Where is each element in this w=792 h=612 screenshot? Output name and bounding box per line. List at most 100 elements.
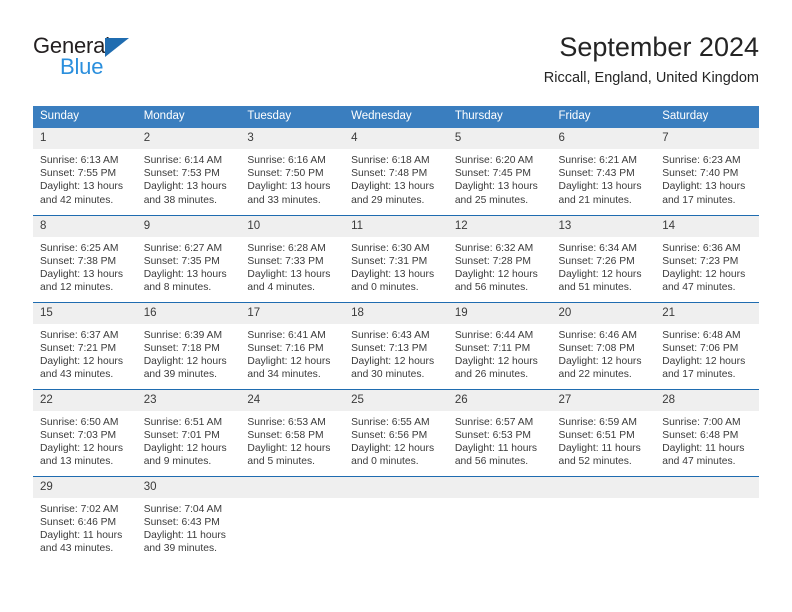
calendar-day-cell[interactable]: 19 Sunrise: 6:44 AM Sunset: 7:11 PM Dayligh… [447, 301, 552, 389]
sunset-text: Sunset: 7:23 PM [662, 255, 739, 267]
sunset-text: Sunset: 7:38 PM [40, 255, 117, 267]
calendar-day-cell[interactable]: 7 Sunrise: 6:23 AM Sunset: 7:40 PM Daylight… [655, 128, 759, 215]
calendar-day-cell[interactable]: 1 Sunrise: 6:13 AM Sunset: 7:55 PM Daylight… [33, 128, 137, 215]
day-details: Sunrise: 6:50 AM Sunset: 7:03 PM Daylight:… [33, 411, 137, 469]
sunset-text: Sunset: 7:48 PM [351, 168, 428, 180]
triangle-icon [105, 38, 129, 57]
sunrise-text: Sunrise: 6:34 AM [558, 242, 637, 254]
calendar-day-cell[interactable]: 9 Sunrise: 6:27 AM Sunset: 7:35 PM Daylight… [136, 214, 241, 302]
day-number: 18 [344, 302, 448, 324]
calendar-day-cell[interactable]: 14 Sunrise: 6:36 AM Sunset: 7:23 PM Dayligh… [655, 214, 759, 302]
day-details: Sunrise: 7:00 AM Sunset: 6:48 PM Daylight:… [655, 411, 759, 469]
day-number: 20 [551, 302, 656, 324]
sunset-text: Sunset: 7:08 PM [558, 342, 635, 354]
day-details: Sunrise: 6:53 AM Sunset: 6:58 PM Daylight:… [240, 411, 344, 469]
calendar-day-cell[interactable]: 28 Sunrise: 7:00 AM Sunset: 6:48 PM Dayligh… [655, 388, 759, 476]
calendar-day-cell[interactable]: 6 Sunrise: 6:21 AM Sunset: 7:43 PM Daylight… [551, 128, 656, 215]
calendar-day-cell[interactable]: 24 Sunrise: 6:53 AM Sunset: 6:58 PM Dayligh… [240, 388, 345, 476]
daylight-text-line2: and 39 minutes. [143, 369, 217, 381]
calendar-week-row: 1 Sunrise: 6:13 AM Sunset: 7:55 PM Daylight… [33, 128, 759, 215]
calendar-day-cell[interactable]: 15 Sunrise: 6:37 AM Sunset: 7:21 PM Dayligh… [33, 301, 137, 389]
daylight-text-line2: and 34 minutes. [247, 369, 321, 381]
calendar-day-cell[interactable]: 3 Sunrise: 6:16 AM Sunset: 7:50 PM Daylight… [240, 128, 345, 215]
calendar-day-cell[interactable]: 18 Sunrise: 6:43 AM Sunset: 7:13 PM Dayligh… [344, 301, 448, 389]
calendar-day-cell[interactable]: 20 Sunrise: 6:46 AM Sunset: 7:08 PM Dayligh… [551, 301, 656, 389]
sunrise-text: Sunrise: 6:18 AM [351, 155, 430, 166]
sunset-text: Sunset: 7:11 PM [454, 342, 531, 354]
day-number: 13 [551, 215, 656, 237]
daylight-text-line1: Daylight: 12 hours [40, 355, 123, 367]
calendar-day-cell[interactable]: 30 Sunrise: 7:04 AM Sunset: 6:43 PM Dayligh… [136, 475, 241, 563]
calendar-day-cell[interactable]: 5 Sunrise: 6:20 AM Sunset: 7:45 PM Daylight… [447, 128, 552, 215]
day-details: Sunrise: 6:28 AM Sunset: 7:33 PM Daylight:… [240, 237, 344, 295]
day-details: Sunrise: 6:34 AM Sunset: 7:26 PM Daylight:… [552, 237, 656, 295]
daylight-text-line2: and 0 minutes. [351, 282, 419, 294]
calendar-day-cell[interactable]: 10 Sunrise: 6:28 AM Sunset: 7:33 PM Dayligh… [240, 214, 345, 302]
day-details: Sunrise: 6:27 AM Sunset: 7:35 PM Daylight:… [137, 237, 241, 295]
weekday-header-thursday: Thursday [447, 106, 552, 128]
calendar-day-cell[interactable]: 17 Sunrise: 6:41 AM Sunset: 7:16 PM Dayligh… [240, 301, 345, 389]
calendar-day-cell[interactable]: 8 Sunrise: 6:25 AM Sunset: 7:38 PM Daylight… [33, 214, 137, 302]
day-number [447, 476, 552, 498]
calendar-day-cell[interactable]: 2 Sunrise: 6:14 AM Sunset: 7:53 PM Daylight… [136, 128, 241, 215]
day-number: 25 [344, 389, 448, 411]
daylight-text-line2: and 29 minutes. [351, 194, 425, 206]
generalblue-logo[interactable]: General Blue [33, 34, 233, 90]
calendar-day-cell[interactable]: 4 Sunrise: 6:18 AM Sunset: 7:48 PM Daylight… [344, 128, 448, 215]
calendar-day-cell[interactable]: 16 Sunrise: 6:39 AM Sunset: 7:18 PM Dayligh… [136, 301, 241, 389]
sunrise-text: Sunrise: 7:04 AM [143, 503, 223, 515]
daylight-text-line1: Daylight: 12 hours [558, 268, 642, 280]
calendar-day-cell[interactable]: 13 Sunrise: 6:34 AM Sunset: 7:26 PM Dayligh… [551, 214, 656, 302]
daylight-text-line2: and 43 minutes. [40, 543, 114, 555]
daylight-text-line2: and 9 minutes. [143, 456, 212, 468]
sunset-text: Sunset: 7:13 PM [351, 342, 428, 354]
day-details: Sunrise: 6:25 AM Sunset: 7:38 PM Daylight:… [33, 237, 137, 295]
calendar-table: Sunday Monday Tuesday Wednesday Thursday… [33, 106, 759, 563]
daylight-text-line2: and 21 minutes. [558, 194, 632, 206]
daylight-text-line1: Daylight: 12 hours [662, 355, 746, 367]
daylight-text-line1: Daylight: 11 hours [662, 442, 745, 454]
day-details: Sunrise: 6:21 AM Sunset: 7:43 PM Daylight:… [552, 149, 656, 207]
daylight-text-line2: and 5 minutes. [247, 456, 315, 468]
sunrise-text: Sunrise: 6:48 AM [662, 329, 741, 341]
day-number: 2 [136, 128, 241, 149]
day-details: Sunrise: 6:20 AM Sunset: 7:45 PM Daylight:… [448, 149, 552, 207]
calendar-day-cell[interactable]: 11 Sunrise: 6:30 AM Sunset: 7:31 PM Dayligh… [344, 214, 448, 302]
day-details: Sunrise: 6:36 AM Sunset: 7:23 PM Daylight:… [655, 237, 759, 295]
sunrise-text: Sunrise: 6:32 AM [454, 242, 534, 254]
day-number: 30 [136, 476, 241, 498]
sunrise-text: Sunrise: 7:00 AM [662, 416, 741, 428]
sunset-text: Sunset: 6:56 PM [351, 429, 428, 441]
daylight-text-line2: and 25 minutes. [454, 194, 529, 206]
calendar-day-cell[interactable]: 26 Sunrise: 6:57 AM Sunset: 6:53 PM Dayligh… [447, 388, 552, 476]
calendar-body: 1 Sunrise: 6:13 AM Sunset: 7:55 PM Daylight… [33, 128, 759, 563]
day-details: Sunrise: 6:37 AM Sunset: 7:21 PM Daylight:… [33, 324, 137, 382]
calendar-day-cell[interactable]: 25 Sunrise: 6:55 AM Sunset: 6:56 PM Dayligh… [344, 388, 448, 476]
sunrise-text: Sunrise: 6:20 AM [454, 155, 534, 166]
sunset-text: Sunset: 7:50 PM [247, 168, 324, 180]
calendar-day-cell-empty [240, 475, 345, 563]
daylight-text-line2: and 38 minutes. [143, 194, 217, 206]
sunrise-text: Sunrise: 6:50 AM [40, 416, 119, 428]
day-number: 8 [33, 215, 137, 237]
calendar-day-cell[interactable]: 12 Sunrise: 6:32 AM Sunset: 7:28 PM Dayligh… [447, 214, 552, 302]
calendar-page: General Blue September 2024 Riccall, Eng… [0, 0, 792, 612]
calendar-day-cell[interactable]: 23 Sunrise: 6:51 AM Sunset: 7:01 PM Dayligh… [136, 388, 241, 476]
sunrise-text: Sunrise: 6:57 AM [454, 416, 534, 428]
calendar-day-cell-empty [655, 475, 759, 563]
calendar-day-cell[interactable]: 21 Sunrise: 6:48 AM Sunset: 7:06 PM Dayligh… [655, 301, 759, 389]
logo-text-blue: Blue [60, 54, 104, 79]
day-number: 12 [447, 215, 552, 237]
daylight-text-line1: Daylight: 11 hours [558, 442, 641, 454]
day-number: 23 [136, 389, 241, 411]
weekday-header-monday: Monday [136, 106, 241, 128]
sunset-text: Sunset: 7:21 PM [40, 342, 117, 354]
calendar-day-cell[interactable]: 27 Sunrise: 6:59 AM Sunset: 6:51 PM Dayligh… [551, 388, 656, 476]
daylight-text-line1: Daylight: 11 hours [454, 442, 538, 454]
daylight-text-line1: Daylight: 13 hours [351, 181, 435, 193]
sunset-text: Sunset: 7:28 PM [454, 255, 531, 267]
day-number: 4 [344, 128, 448, 149]
calendar-day-cell[interactable]: 29 Sunrise: 7:02 AM Sunset: 6:46 PM Dayligh… [33, 475, 137, 563]
day-number: 26 [447, 389, 552, 411]
calendar-day-cell[interactable]: 22 Sunrise: 6:50 AM Sunset: 7:03 PM Dayligh… [33, 388, 137, 476]
